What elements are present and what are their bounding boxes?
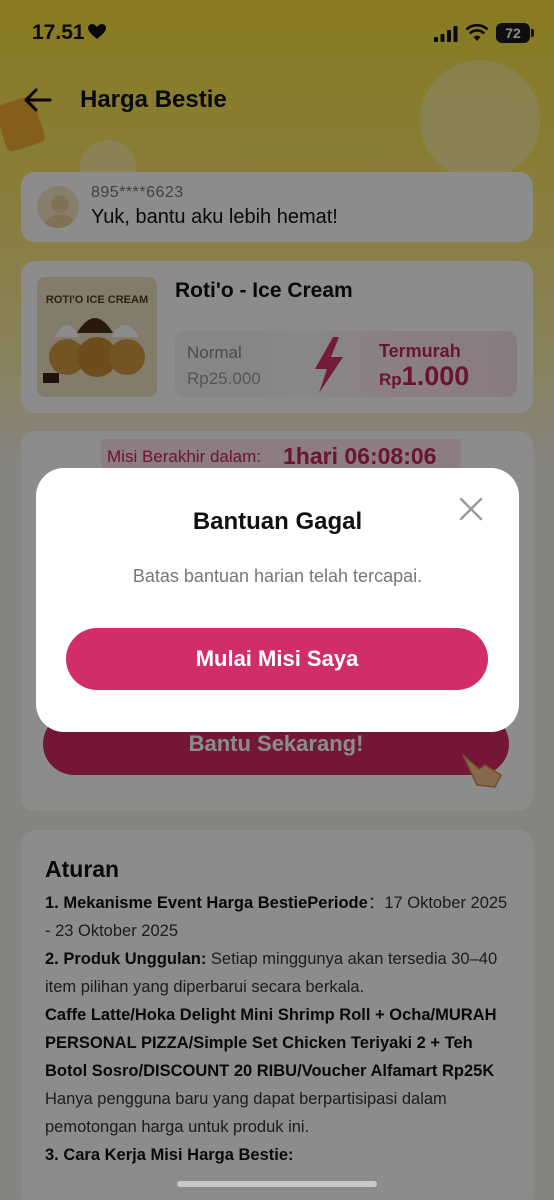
start-my-mission-button[interactable]: Mulai Misi Saya bbox=[66, 628, 488, 690]
dialog-title: Bantuan Gagal bbox=[192, 508, 363, 535]
dialog-message: Batas bantuan harian telah tercapai. bbox=[132, 566, 423, 586]
close-icon[interactable] bbox=[458, 496, 484, 522]
help-failed-dialog: Bantuan Gagal Batas bantuan harian telah… bbox=[36, 468, 519, 732]
home-indicator[interactable] bbox=[177, 1181, 377, 1187]
